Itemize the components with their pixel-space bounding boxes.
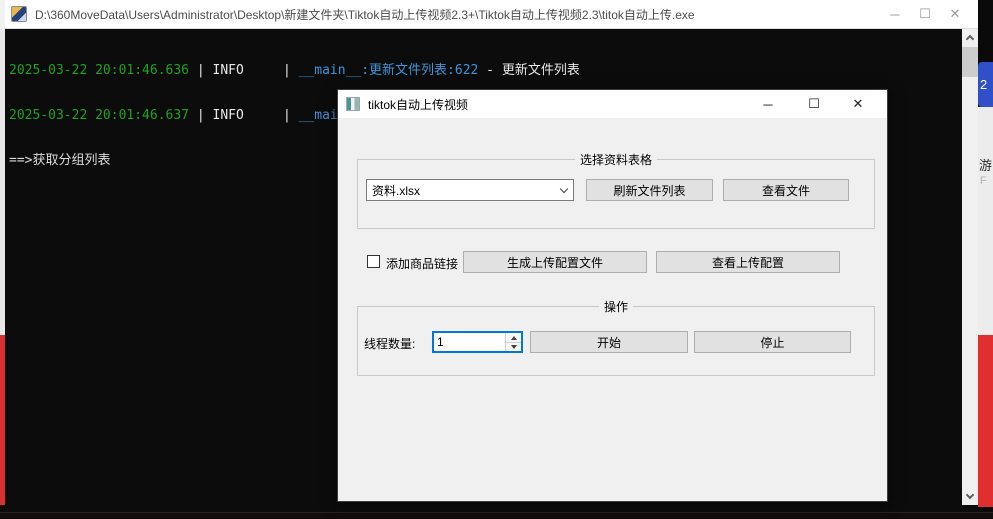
dialog-app-icon [346,97,360,111]
console-app-icon [11,6,27,22]
log-level: INFO [213,108,244,123]
spreadsheet-select-value: 资料.xlsx [367,182,555,199]
spreadsheet-select[interactable]: 资料.xlsx [366,179,574,201]
background-app-logo: 2 [978,62,993,107]
refresh-file-list-button[interactable]: 刷新文件列表 [586,179,713,201]
upload-dialog: tiktok自动上传视频 ─ ☐ ✕ 选择资料表格 资料.xlsx 刷新文件列表… [337,89,888,502]
background-window-edge-right-red [978,335,993,507]
scroll-up-button[interactable] [962,29,978,46]
minimize-button[interactable]: ─ [745,90,791,118]
log-separator: - [478,63,501,78]
group-actions-legend: 操作 [599,298,633,315]
clipped-text-fragment: 游 [979,155,992,174]
close-button[interactable]: ✕ [940,0,970,28]
scroll-up-icon [966,35,974,43]
spin-down-button[interactable] [506,342,521,351]
log-separator: | [244,108,299,123]
add-product-link-label: 添加商品链接 [386,255,458,272]
thread-count-stepper [432,331,523,353]
log-message: 更新文件列表 [502,63,580,78]
taskbar-edge [0,512,993,519]
log-separator: | [244,63,299,78]
dialog-title: tiktok自动上传视频 [368,96,745,113]
close-button[interactable]: ✕ [837,90,879,118]
log-separator: | [189,108,212,123]
dialog-titlebar[interactable]: tiktok自动上传视频 ─ ☐ ✕ [338,90,887,118]
console-window-controls: ─ ☐ ✕ [880,0,978,28]
dialog-window-controls: ─ ☐ ✕ [745,90,887,118]
spin-up-button[interactable] [506,333,521,342]
spin-down-icon [511,345,517,349]
minimize-button[interactable]: ─ [880,0,910,28]
scrollbar-thumb[interactable] [962,47,978,77]
log-separator: | [189,63,212,78]
start-button[interactable]: 开始 [530,331,688,353]
thread-count-label: 线程数量: [364,335,415,352]
thread-count-input[interactable] [434,333,505,351]
view-file-button[interactable]: 查看文件 [723,179,849,201]
maximize-button[interactable]: ☐ [910,0,940,28]
stepper-buttons [505,333,521,351]
log-timestamp: 2025-03-22 20:01:46.636 [9,63,189,78]
console-titlebar[interactable]: D:\360MoveData\Users\Administrator\Deskt… [5,0,978,29]
log-line: 2025-03-22 20:01:46.636 | INFO | __main_… [9,63,962,78]
screen: 2 游 F D:\360MoveData\Users\Administrator… [0,0,993,519]
log-timestamp: 2025-03-22 20:01:46.637 [9,108,189,123]
log-level: INFO [213,63,244,78]
scroll-down-icon [966,491,974,499]
spin-up-icon [511,336,517,340]
background-window-edge-right: 2 游 F [978,0,993,519]
console-scrollbar[interactable] [962,29,978,505]
stop-button[interactable]: 停止 [694,331,851,353]
console-window-title: D:\360MoveData\Users\Administrator\Deskt… [35,6,880,23]
generate-upload-config-button[interactable]: 生成上传配置文件 [463,251,647,273]
log-source: __main__:更新文件列表:622 [299,63,479,78]
maximize-button[interactable]: ☐ [791,90,837,118]
add-product-link-checkbox[interactable] [367,255,380,268]
view-upload-config-button[interactable]: 查看上传配置 [656,251,840,273]
background-window-panel: 游 F [978,107,993,335]
chevron-down-icon [555,186,573,194]
group-select-legend: 选择资料表格 [575,151,657,168]
clipped-text-fragment: F [980,175,987,187]
scroll-down-button[interactable] [962,488,978,505]
background-logo-fragment: 2 [980,77,987,92]
